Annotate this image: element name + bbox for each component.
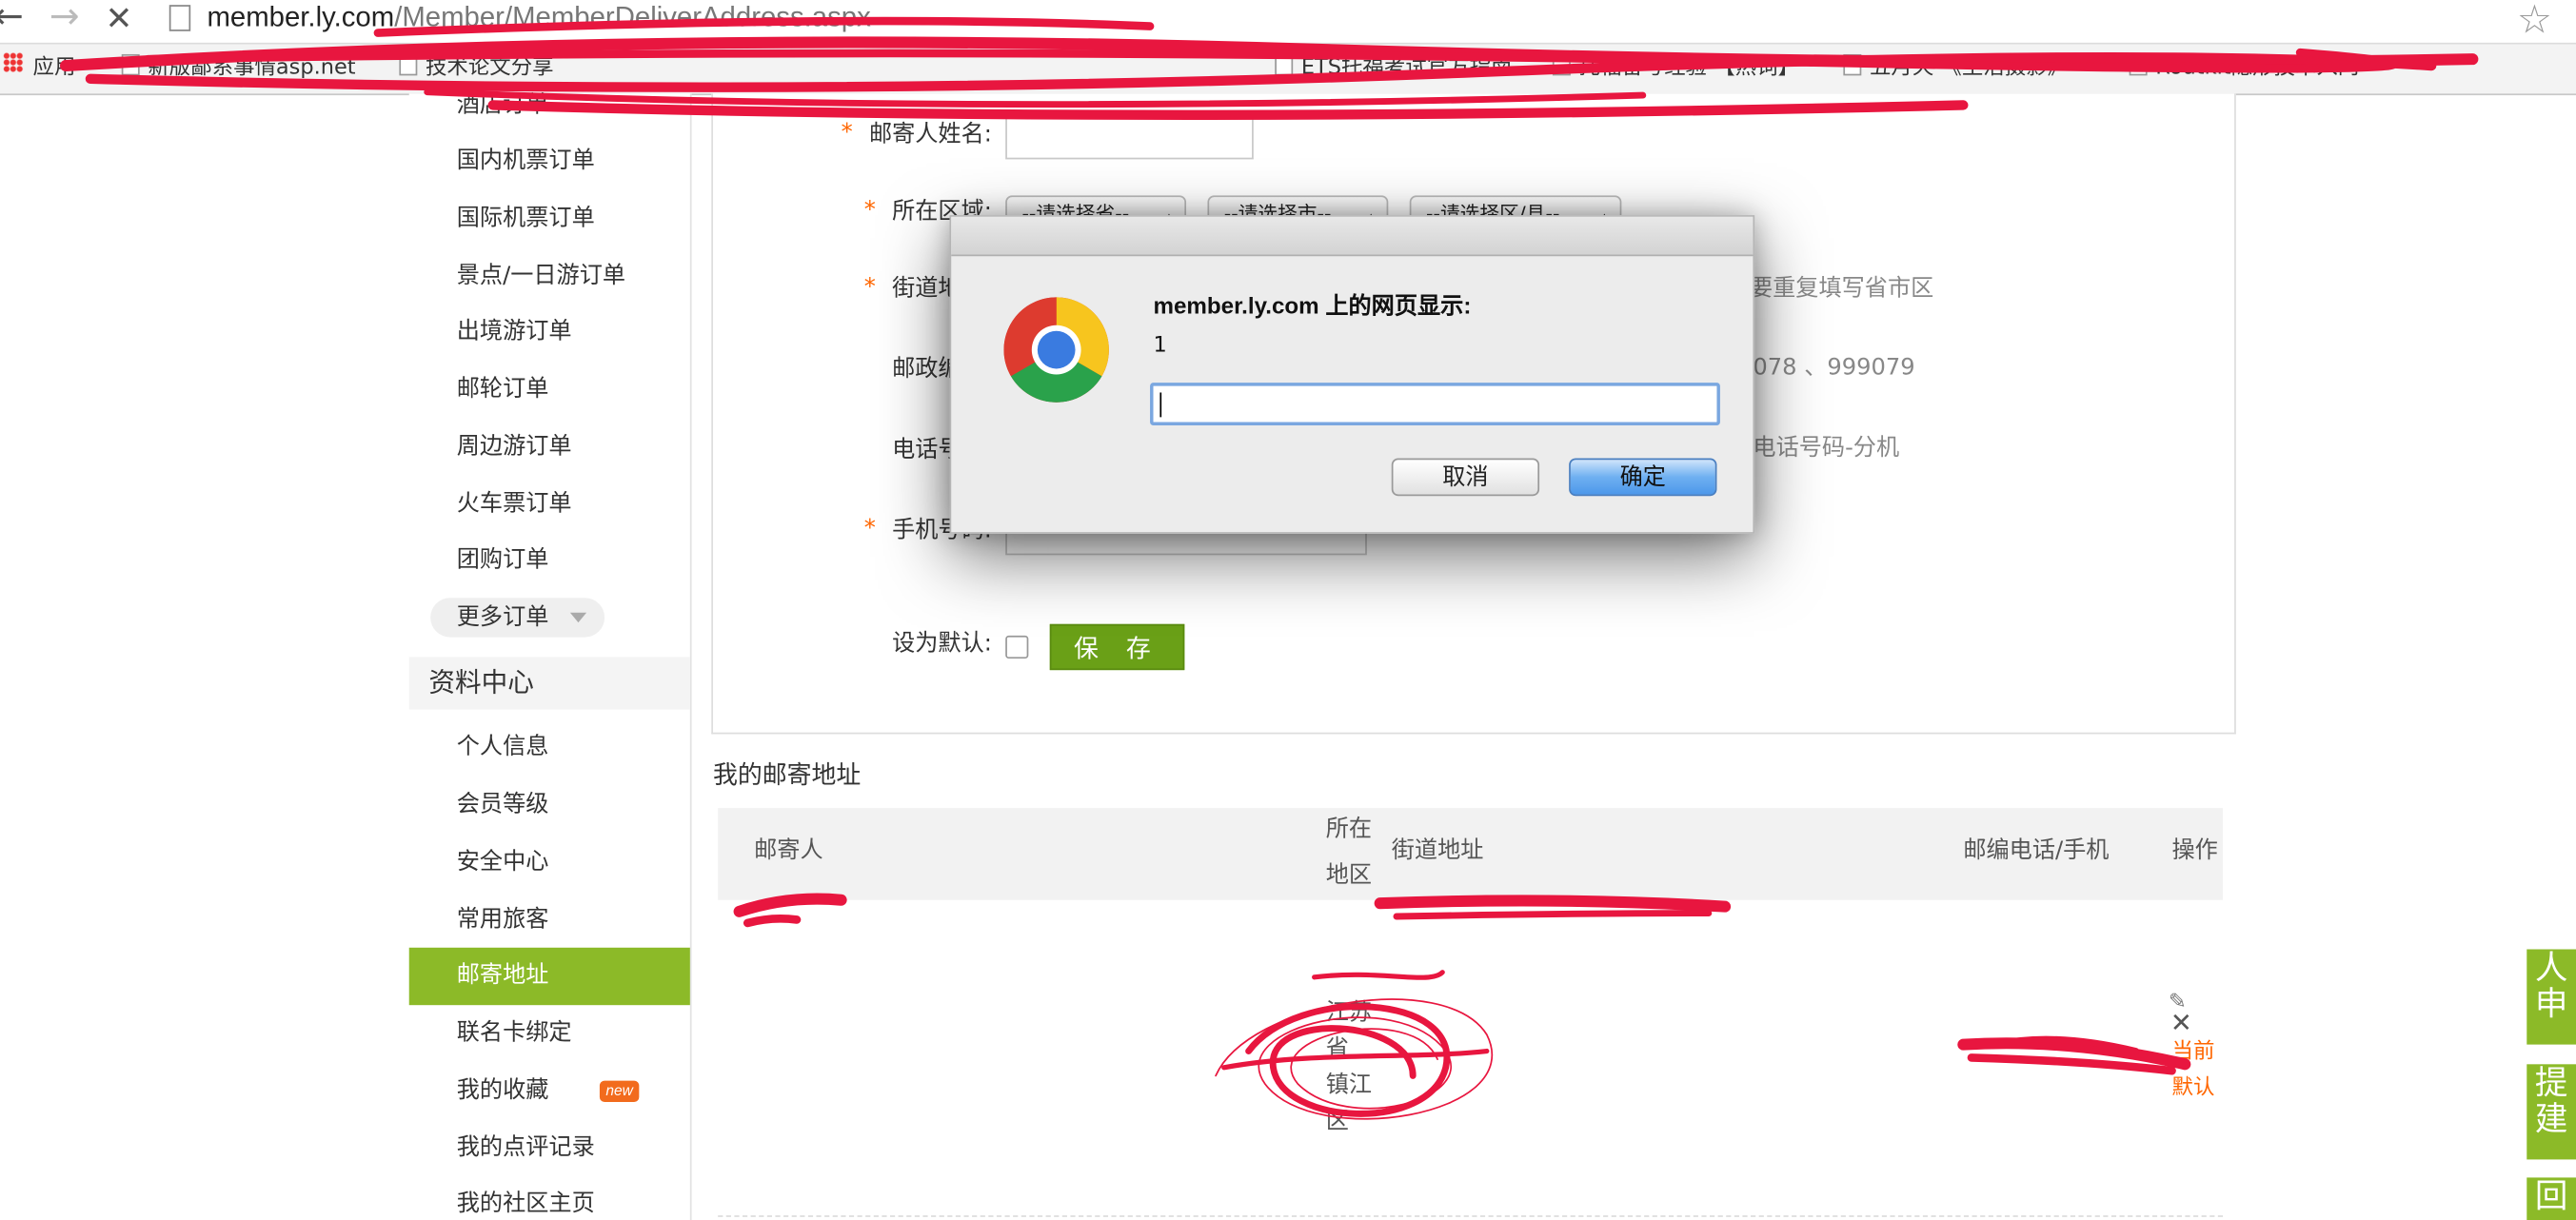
default-checkbox[interactable] xyxy=(1005,635,1029,659)
recipient-name-input[interactable] xyxy=(1005,111,1254,160)
section-title-text: 资料中心 xyxy=(428,666,534,699)
text-caret xyxy=(1159,392,1162,418)
bookmark-label: 五月天 《生活摄影》 xyxy=(1869,55,2070,81)
col-street: 街道地址 xyxy=(1391,837,1484,864)
required-star: * xyxy=(841,119,853,147)
bookmark-item[interactable]: Routkit隐形技术入门 xyxy=(2129,53,2360,84)
sidebar-item-member-level[interactable]: 会员等级 xyxy=(457,788,549,821)
address-bar-area: ← → ✕ member.ly.com/Member/MemberDeliver… xyxy=(0,0,2576,45)
forward-arrow-icon[interactable]: → xyxy=(50,0,80,39)
sidebar-item-intl-flight-orders[interactable]: 国际机票订单 xyxy=(457,202,595,235)
apps-grid-icon[interactable] xyxy=(3,52,24,72)
more-orders-label: 更多订单 xyxy=(456,604,549,631)
bookmark-label: 技术论文分享 xyxy=(425,55,554,81)
floating-feedback-button[interactable]: 人申 xyxy=(2526,950,2576,1045)
save-button[interactable]: 保 存 xyxy=(1049,623,1185,671)
dialog-title: member.ly.com 上的网页显示: xyxy=(1153,292,1472,319)
floating-suggest-button[interactable]: 提建 xyxy=(2526,1064,2576,1160)
stop-loading-icon[interactable]: ✕ xyxy=(105,0,132,39)
col-action: 操作 xyxy=(2171,837,2218,864)
ok-button[interactable]: 确定 xyxy=(1569,458,1717,497)
col-recipient: 邮寄人 xyxy=(754,837,823,864)
required-star: * xyxy=(863,515,876,542)
bookmark-label: 新版鄙系事情asp.net xyxy=(148,55,356,81)
bookmark-label: 托福备考经验 【热词】 xyxy=(1578,55,1799,81)
sidebar: 酒店订单 国内机票订单 国际机票订单 景点/一日游订单 出境游订单 邮轮订单 周… xyxy=(408,92,692,1220)
phone-hint: 电话号码-分机 xyxy=(1753,435,1900,462)
page-icon xyxy=(399,53,418,76)
bookmark-item[interactable]: 新版鄙系事情asp.net xyxy=(121,53,356,84)
row-divider xyxy=(718,1215,2224,1217)
sidebar-item-cruise-orders[interactable]: 邮轮订单 xyxy=(457,373,549,406)
sidebar-item-label: 邮寄地址 xyxy=(456,962,549,989)
more-orders-button[interactable]: 更多订单 xyxy=(430,598,605,638)
sidebar-item-train-orders[interactable]: 火车票订单 xyxy=(457,488,572,521)
url-field[interactable]: member.ly.com/Member/MemberDeliverAddres… xyxy=(207,0,870,36)
chrome-logo-icon xyxy=(1003,297,1109,403)
street-hint: 要重复填写省市区 xyxy=(1749,275,1934,303)
page-icon xyxy=(2129,53,2148,76)
bookmark-item[interactable]: 五月天 《生活摄影》 xyxy=(1843,53,2070,84)
col-postcode-phone: 邮编电话/手机 xyxy=(1963,837,2110,864)
sidebar-item-outbound-orders[interactable]: 出境游订单 xyxy=(457,315,572,348)
bookmark-label: Routkit隐形技术入门 xyxy=(2155,55,2360,81)
bookmark-apps[interactable]: 应用 xyxy=(33,54,76,84)
page-icon xyxy=(1275,53,1294,76)
sidebar-item-nearby-orders[interactable]: 周边游订单 xyxy=(457,430,572,463)
address-list-title: 我的邮寄地址 xyxy=(712,760,862,791)
bookmark-star-icon[interactable]: ☆ xyxy=(2517,0,2552,43)
sidebar-item-favorites[interactable]: 我的收藏 xyxy=(457,1074,549,1108)
sidebar-item-domestic-flight-orders[interactable]: 国内机票订单 xyxy=(457,145,595,178)
col-region: 所在 地区 xyxy=(1325,816,1373,889)
page-icon xyxy=(1843,53,1862,76)
delete-x-icon[interactable]: ✕ xyxy=(2170,1007,2192,1038)
section-title: 资料中心 xyxy=(408,657,690,710)
default-label: 设为默认: xyxy=(892,630,992,658)
url-host: member.ly.com xyxy=(207,1,395,33)
sidebar-item-reviews[interactable]: 我的点评记录 xyxy=(457,1131,595,1165)
required-star: * xyxy=(863,274,876,301)
new-badge: new xyxy=(599,1080,640,1103)
page-icon xyxy=(1552,53,1571,76)
bookmark-label: ETS托福考试官方指南 xyxy=(1300,55,1513,81)
dialog-message: 1 xyxy=(1153,333,1167,359)
bookmark-item[interactable]: 托福备考经验 【热词】 xyxy=(1552,53,1799,84)
sidebar-item-security[interactable]: 安全中心 xyxy=(457,846,549,879)
name-label: 邮寄人姓名: xyxy=(868,121,992,148)
bookmarks-bar: 应用 新版鄙系事情asp.net 技术论文分享 ETS托福考试官方指南 托福备考… xyxy=(0,44,2576,96)
sidebar-item-community[interactable]: 我的社区主页 xyxy=(457,1188,595,1220)
floating-top-button[interactable]: 回 xyxy=(2526,1177,2576,1220)
sidebar-item-hotel-orders[interactable]: 酒店订单 xyxy=(457,89,549,122)
set-default-link[interactable]: 当前默认 xyxy=(2172,1034,2222,1107)
page-icon xyxy=(168,5,191,31)
prompt-dialog: member.ly.com 上的网页显示: 1 取消 确定 xyxy=(949,215,1755,534)
back-arrow-icon[interactable]: ← xyxy=(0,0,24,39)
bookmark-item[interactable]: 技术论文分享 xyxy=(399,53,554,84)
bookmark-item[interactable]: ETS托福考试官方指南 xyxy=(1275,53,1513,84)
sidebar-item-mailing-address[interactable]: 邮寄地址 xyxy=(408,947,690,1006)
sidebar-item-group-orders[interactable]: 团购订单 xyxy=(457,543,549,577)
prompt-input[interactable] xyxy=(1150,383,1720,425)
row-region: 江苏 省 镇江 区 xyxy=(1325,1000,1373,1135)
postcode-hint: 078 、999079 xyxy=(1753,354,1915,382)
sidebar-item-attraction-orders[interactable]: 景点/一日游订单 xyxy=(457,260,625,293)
cancel-button[interactable]: 取消 xyxy=(1391,458,1540,497)
sidebar-item-personal-info[interactable]: 个人信息 xyxy=(457,731,549,764)
page-icon xyxy=(121,53,140,76)
sidebar-item-travelers[interactable]: 常用旅客 xyxy=(457,903,549,936)
sidebar-item-cobrand-card[interactable]: 联名卡绑定 xyxy=(457,1016,572,1050)
url-path: /Member/MemberDeliverAddress.aspx xyxy=(394,1,871,33)
chevron-down-icon xyxy=(569,612,587,623)
required-star: * xyxy=(863,197,876,224)
dialog-titlebar xyxy=(951,216,1754,257)
